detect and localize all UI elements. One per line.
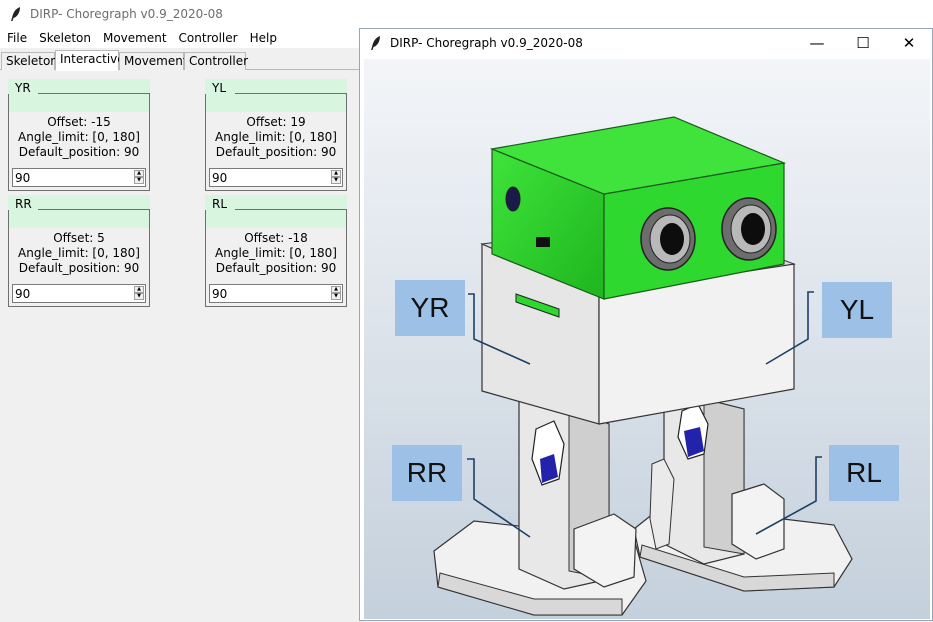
close-button[interactable]: ✕	[886, 29, 932, 57]
robot-head	[489, 116, 787, 300]
joint-angle-limit: Angle_limit: [0, 180]	[215, 130, 337, 144]
joint-name: YR	[15, 81, 33, 95]
joint-default-position: Default_position: 90	[215, 261, 337, 275]
label-yr: YR	[395, 280, 465, 336]
up-arrow-icon[interactable]: ▲	[331, 286, 341, 293]
joint-angle-limit: Angle_limit: [0, 180]	[215, 246, 337, 260]
joint-name: RL	[212, 197, 230, 211]
menu-skeleton[interactable]: Skeleton	[33, 31, 97, 45]
joint-angle-limit: Angle_limit: [0, 180]	[18, 130, 140, 144]
menu-help[interactable]: Help	[244, 31, 283, 45]
robot-window-titlebar[interactable]: DIRP- Choregraph v0.9_2020-08 — ☐ ✕	[360, 29, 932, 57]
joint-value-spinbox[interactable]: 90 ▲ ▼	[209, 168, 343, 187]
joint-value-spinbox[interactable]: 90 ▲ ▼	[12, 284, 146, 303]
joint-value[interactable]: 90	[15, 171, 30, 185]
robot-view-window: DIRP- Choregraph v0.9_2020-08 — ☐ ✕ YR Y…	[359, 28, 933, 621]
minimize-button[interactable]: —	[794, 29, 840, 57]
joint-default-position: Default_position: 90	[18, 145, 140, 159]
joint-panel-yl: YL Offset: 19 Angle_limit: [0, 180] Defa…	[205, 79, 347, 191]
joint-offset: Offset: -18	[244, 231, 308, 245]
label-rr: RR	[392, 445, 462, 501]
joint-value[interactable]: 90	[15, 287, 30, 301]
label-rl: RL	[829, 445, 899, 501]
joint-offset: Offset: 5	[53, 231, 105, 245]
maximize-button[interactable]: ☐	[840, 29, 886, 57]
joint-value-spinbox[interactable]: 90 ▲ ▼	[12, 168, 146, 187]
main-titlebar: DIRP- Choregraph v0.9_2020-08	[0, 0, 933, 28]
up-arrow-icon[interactable]: ▲	[134, 170, 144, 177]
main-window-title: DIRP- Choregraph v0.9_2020-08	[30, 7, 223, 21]
joint-panel-rr: RR Offset: 5 Angle_limit: [0, 180] Defau…	[8, 195, 150, 307]
up-arrow-icon[interactable]: ▲	[134, 286, 144, 293]
down-arrow-icon[interactable]: ▼	[331, 177, 341, 184]
joint-offset: Offset: -15	[47, 115, 111, 129]
menu-file[interactable]: File	[1, 31, 33, 45]
tab-controller[interactable]: Controller	[184, 52, 248, 70]
eye-sensor-left	[721, 197, 777, 261]
down-arrow-icon[interactable]: ▼	[134, 293, 144, 300]
tab-interactive[interactable]: Interactive	[55, 50, 125, 71]
joint-value[interactable]: 90	[212, 287, 227, 301]
joint-default-position: Default_position: 90	[18, 261, 140, 275]
robot-window-title: DIRP- Choregraph v0.9_2020-08	[390, 36, 583, 50]
joint-panel-rl: RL Offset: -18 Angle_limit: [0, 180] Def…	[205, 195, 347, 307]
joint-angle-limit: Angle_limit: [0, 180]	[18, 246, 140, 260]
up-arrow-icon[interactable]: ▲	[331, 170, 341, 177]
feather-icon	[368, 35, 384, 51]
tab-movement[interactable]: Movement	[119, 52, 188, 70]
menu-controller[interactable]: Controller	[173, 31, 244, 45]
eye-sensor-right	[640, 207, 696, 271]
robot-illustration	[364, 59, 930, 619]
feather-icon	[8, 6, 24, 22]
joint-value-spinbox[interactable]: 90 ▲ ▼	[209, 284, 343, 303]
down-arrow-icon[interactable]: ▼	[331, 293, 341, 300]
label-yl: YL	[822, 282, 892, 338]
joint-panel-yr: YR Offset: -15 Angle_limit: [0, 180] Def…	[8, 79, 150, 191]
joint-offset: Offset: 19	[246, 115, 306, 129]
tab-skeleton[interactable]: Skeleton	[1, 52, 58, 70]
joint-default-position: Default_position: 90	[215, 145, 337, 159]
joint-value[interactable]: 90	[212, 171, 227, 185]
tab-bar: Skeleton Interactive Movement Controller	[0, 50, 360, 71]
joint-name: YL	[212, 81, 229, 95]
down-arrow-icon[interactable]: ▼	[134, 177, 144, 184]
menu-movement[interactable]: Movement	[97, 31, 173, 45]
joint-name: RR	[15, 197, 34, 211]
robot-canvas: YR YL RR RL	[364, 59, 930, 619]
